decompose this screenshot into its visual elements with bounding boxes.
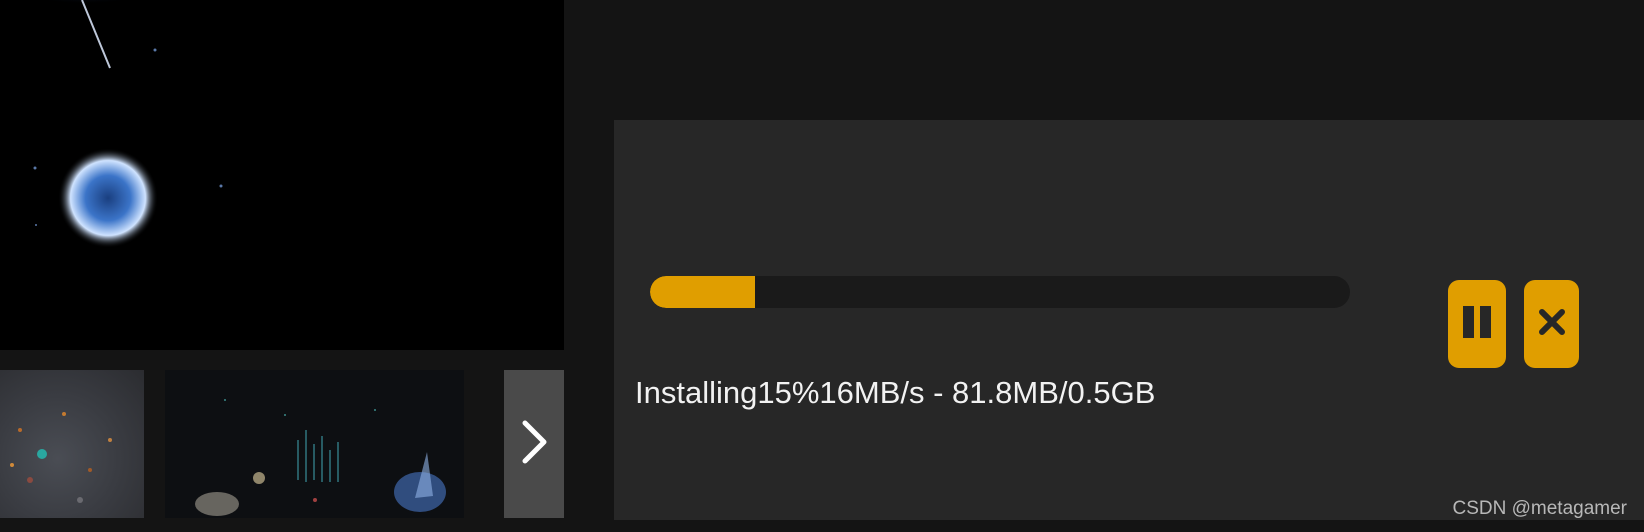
next-thumbnail-button[interactable] (504, 370, 564, 518)
preview-image (0, 0, 564, 350)
cancel-button[interactable] (1524, 280, 1579, 368)
close-icon (1538, 308, 1565, 340)
thumbnail-1[interactable] (0, 370, 144, 518)
install-progress-bar (650, 276, 1350, 308)
thumbnail-strip (0, 370, 564, 518)
chevron-right-icon (519, 419, 549, 470)
pause-icon (1461, 305, 1493, 343)
watermark: CSDN @metagamer (1452, 498, 1628, 519)
install-progress-fill (650, 276, 755, 308)
app-root: Installing15%16MB/s - 81.8MB/0.5GB CSDN … (0, 0, 1644, 532)
pause-button[interactable] (1448, 280, 1506, 368)
install-status-text: Installing15%16MB/s - 81.8MB/0.5GB (635, 375, 1156, 410)
install-panel: Installing15%16MB/s - 81.8MB/0.5GB (614, 120, 1644, 520)
thumbnail-2[interactable] (165, 370, 464, 518)
